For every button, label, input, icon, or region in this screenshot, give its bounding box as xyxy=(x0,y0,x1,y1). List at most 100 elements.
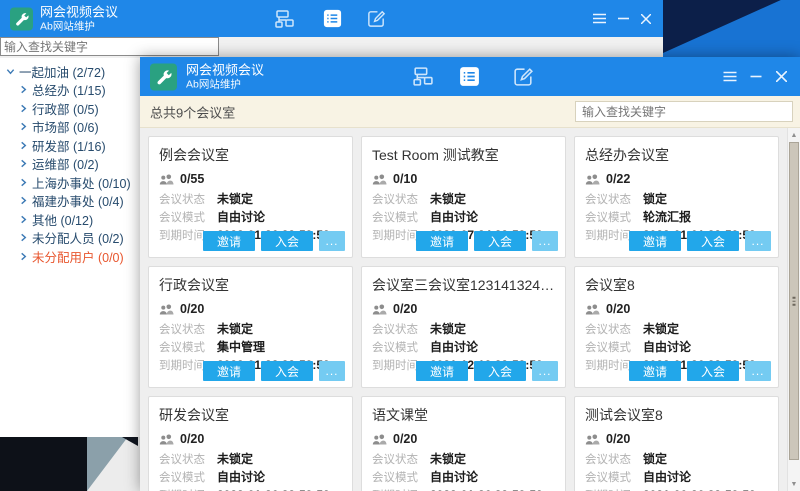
tree-item-label: 其他 (0/12) xyxy=(32,210,93,229)
chevron-right-icon[interactable] xyxy=(18,122,28,132)
app-title: 网会视频会议 xyxy=(40,4,118,20)
chevron-right-icon[interactable] xyxy=(18,196,28,206)
status-label: 会议状态 xyxy=(585,191,643,207)
tree-item[interactable]: 其他 (0/12) xyxy=(0,210,140,229)
tree-item[interactable]: 一起加油 (2/72) xyxy=(0,62,140,81)
minimize-icon[interactable] xyxy=(747,68,765,86)
mode-value: 轮流汇报 xyxy=(643,208,691,225)
join-button[interactable]: 入会 xyxy=(687,361,739,381)
tree-item[interactable]: 行政部 (0/5) xyxy=(0,99,140,118)
mode-value: 自由讨论 xyxy=(643,468,691,485)
status-label: 会议状态 xyxy=(372,451,430,467)
more-button[interactable]: ... xyxy=(319,361,345,381)
chevron-right-icon[interactable] xyxy=(18,177,28,187)
invite-button[interactable]: 邀请 xyxy=(629,361,681,381)
meeting-room-card: 语文课堂 0/20 会议状态 未锁定 会议模式 自由讨论 xyxy=(361,396,566,491)
members-icon xyxy=(585,433,606,446)
vertical-scrollbar[interactable]: ▲ ▼ xyxy=(787,128,800,491)
sidebar-search-input[interactable] xyxy=(0,37,219,56)
room-name: 会议室三会议室123141324141三会... xyxy=(372,275,555,295)
wallpaper-dark-block xyxy=(0,437,87,491)
close-icon[interactable] xyxy=(637,10,655,28)
room-name: 研发会议室 xyxy=(159,405,342,425)
chevron-right-icon[interactable] xyxy=(18,103,28,113)
room-name: 语文课堂 xyxy=(372,405,555,425)
member-count: 0/20 xyxy=(393,432,417,446)
tree-item[interactable]: 未分配用户 (0/0) xyxy=(0,247,140,266)
tree-item[interactable]: 市场部 (0/6) xyxy=(0,118,140,137)
more-button[interactable]: ... xyxy=(745,231,771,251)
tree-item-label: 研发部 (1/16) xyxy=(32,136,106,155)
close-icon[interactable] xyxy=(772,68,790,86)
menu-icon[interactable] xyxy=(590,10,608,28)
meeting-room-card: 测试会议室8 0/20 会议状态 锁定 会议模式 自由讨论 xyxy=(574,396,779,491)
chevron-right-icon[interactable] xyxy=(18,251,28,261)
join-button[interactable]: 入会 xyxy=(687,231,739,251)
edit-compose-icon[interactable] xyxy=(364,7,388,31)
scrollbar-grip xyxy=(793,297,796,306)
join-button[interactable]: 入会 xyxy=(261,231,313,251)
org-chart-icon[interactable] xyxy=(272,7,296,31)
mode-label: 会议模式 xyxy=(585,469,643,485)
scroll-up-arrow-icon[interactable]: ▲ xyxy=(788,129,800,141)
invite-button[interactable]: 邀请 xyxy=(416,231,468,251)
wallpaper-navy-triangle xyxy=(663,0,800,57)
chevron-right-icon[interactable] xyxy=(18,233,28,243)
invite-button[interactable]: 邀请 xyxy=(629,231,681,251)
tree-item-label: 行政部 (0/5) xyxy=(32,99,99,118)
more-button[interactable]: ... xyxy=(745,361,771,381)
room-name: 测试会议室8 xyxy=(585,405,768,425)
more-button[interactable]: ... xyxy=(319,231,345,251)
scroll-down-arrow-icon[interactable]: ▼ xyxy=(788,478,800,490)
scrollbar-thumb[interactable] xyxy=(789,142,799,460)
tree-item[interactable]: 研发部 (1/16) xyxy=(0,136,140,155)
tree-item[interactable]: 上海办事处 (0/10) xyxy=(0,173,140,192)
chevron-down-icon[interactable] xyxy=(5,66,15,76)
members-icon xyxy=(372,303,393,316)
status-value: 未锁定 xyxy=(430,450,466,467)
mode-label: 会议模式 xyxy=(585,209,643,225)
invite-button[interactable]: 邀请 xyxy=(416,361,468,381)
members-icon xyxy=(585,303,606,316)
front-titlebar: 网会视频会议 Ab网站维护 xyxy=(140,57,800,96)
room-name: 会议室8 xyxy=(585,275,768,295)
members-icon xyxy=(159,303,180,316)
more-button[interactable]: ... xyxy=(532,231,558,251)
room-list-icon[interactable] xyxy=(320,7,344,31)
org-chart-icon[interactable] xyxy=(410,65,434,89)
status-value: 锁定 xyxy=(643,450,667,467)
invite-button[interactable]: 邀请 xyxy=(203,231,255,251)
minimize-icon[interactable] xyxy=(614,10,632,28)
mode-value: 自由讨论 xyxy=(430,338,478,355)
meeting-rooms-window: 网会视频会议 Ab网站维护 总共9个会议室 例会会议室 xyxy=(140,57,800,491)
room-list-icon-active[interactable] xyxy=(457,65,481,89)
tree-item[interactable]: 总经办 (1/15) xyxy=(0,81,140,100)
menu-icon[interactable] xyxy=(721,68,739,86)
meeting-room-card: 总经办会议室 0/22 会议状态 锁定 会议模式 轮流汇报 xyxy=(574,136,779,258)
status-value: 未锁定 xyxy=(643,320,679,337)
chevron-right-icon[interactable] xyxy=(18,85,28,95)
room-name: 总经办会议室 xyxy=(585,145,768,165)
chevron-right-icon[interactable] xyxy=(18,159,28,169)
join-button[interactable]: 入会 xyxy=(474,231,526,251)
member-count: 0/20 xyxy=(606,302,630,316)
chevron-right-icon[interactable] xyxy=(18,140,28,150)
rooms-search-input[interactable] xyxy=(575,101,793,122)
chevron-right-icon[interactable] xyxy=(18,214,28,224)
join-button[interactable]: 入会 xyxy=(261,361,313,381)
edit-compose-icon[interactable] xyxy=(511,65,535,89)
tree-item-label: 运维部 (0/2) xyxy=(32,155,99,174)
tree-item-label: 市场部 (0/6) xyxy=(32,118,99,137)
join-button[interactable]: 入会 xyxy=(474,361,526,381)
status-label: 会议状态 xyxy=(585,451,643,467)
mode-value: 集中管理 xyxy=(217,338,265,355)
meeting-room-card: Test Room 测试教室 0/10 会议状态 未锁定 会议模式 自由讨论 xyxy=(361,136,566,258)
tree-item[interactable]: 未分配人员 (0/2) xyxy=(0,229,140,248)
status-value: 未锁定 xyxy=(430,320,466,337)
members-icon xyxy=(585,173,606,186)
mode-value: 自由讨论 xyxy=(217,468,265,485)
tree-item[interactable]: 福建办事处 (0/4) xyxy=(0,192,140,211)
invite-button[interactable]: 邀请 xyxy=(203,361,255,381)
tree-item[interactable]: 运维部 (0/2) xyxy=(0,155,140,174)
more-button[interactable]: ... xyxy=(532,361,558,381)
